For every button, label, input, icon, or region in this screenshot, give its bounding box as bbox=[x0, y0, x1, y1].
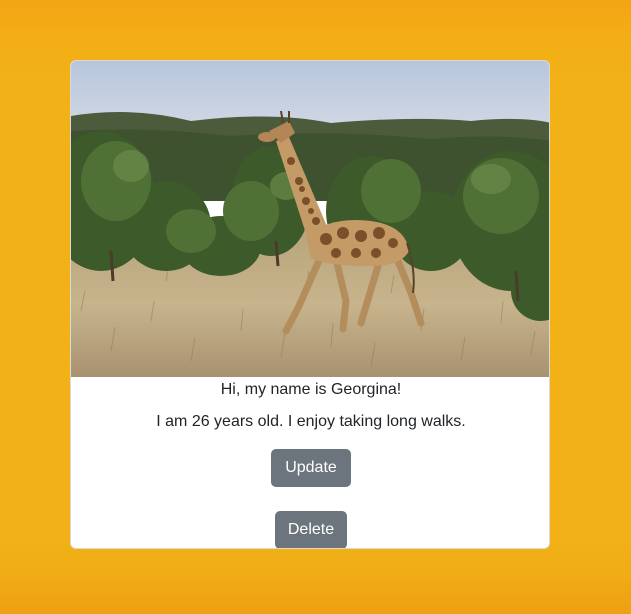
profile-greeting: Hi, my name is Georgina! bbox=[220, 381, 402, 398]
giraffe-photo bbox=[71, 61, 549, 377]
update-button[interactable]: Update bbox=[271, 449, 351, 487]
delete-button[interactable]: Delete bbox=[275, 511, 347, 548]
profile-bio: I am 26 years old. I enjoy taking long w… bbox=[156, 413, 466, 430]
profile-card: Hi, my name is Georgina! I am 26 years o… bbox=[70, 60, 550, 549]
